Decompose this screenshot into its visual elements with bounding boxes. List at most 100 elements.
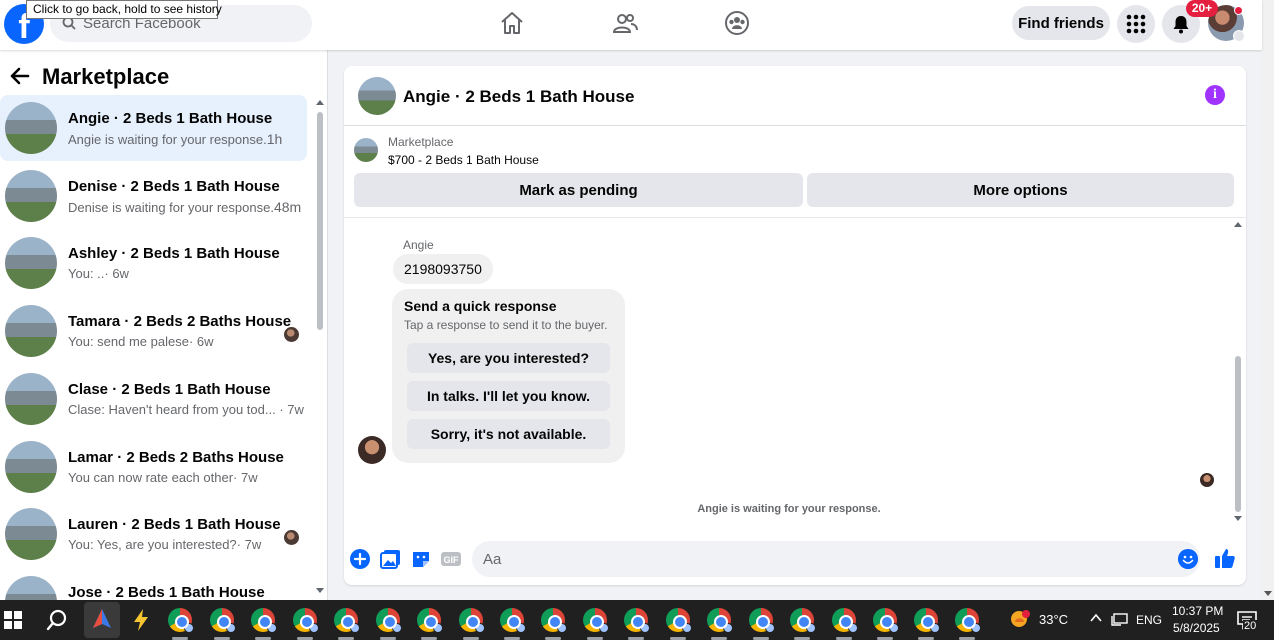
profile-badge-icon <box>475 623 485 633</box>
scroll-down-arrow-icon[interactable] <box>1234 516 1242 521</box>
chrome-window-icon[interactable] <box>459 608 485 633</box>
quick-response-option[interactable]: Yes, are you interested? <box>407 343 610 373</box>
weather-temperature[interactable]: 33°C <box>1039 612 1068 627</box>
chrome-window-icon[interactable] <box>666 608 692 633</box>
sticker-icon[interactable] <box>410 548 432 570</box>
conversation-time: · 7w <box>233 469 258 485</box>
chat-title[interactable]: Angie · 2 Beds 1 Bath House <box>403 87 634 107</box>
notification-badge: 20+ <box>1186 0 1218 17</box>
friends-icon[interactable] <box>612 10 638 36</box>
photo-icon[interactable] <box>380 548 402 570</box>
listing-thumbnail[interactable] <box>358 77 396 115</box>
conversation-item[interactable]: Angie · 2 Beds 1 Bath House Angie is wait… <box>0 95 307 161</box>
scroll-down-arrow-icon[interactable] <box>316 588 324 593</box>
profile-badge-icon <box>226 623 236 633</box>
chrome-window-icon[interactable] <box>955 608 981 633</box>
quick-response-option[interactable]: In talks. I'll let you know. <box>407 381 610 411</box>
sender-avatar[interactable] <box>358 436 386 464</box>
chat-scrollbar[interactable] <box>1233 220 1243 526</box>
chrome-window-icon[interactable] <box>293 608 319 633</box>
chevron-down-icon[interactable] <box>1233 30 1245 42</box>
chrome-window-icon[interactable] <box>251 608 277 633</box>
input-language[interactable]: ENG <box>1136 613 1162 627</box>
message-input-wrapper[interactable] <box>472 541 1200 577</box>
sidebar-scrollbar[interactable] <box>315 98 325 598</box>
weather-icon[interactable] <box>1008 608 1034 632</box>
profile-status-dot <box>1234 6 1243 15</box>
scroll-up-arrow-icon[interactable] <box>1234 222 1242 227</box>
groups-icon[interactable] <box>724 10 750 36</box>
conversation-item[interactable]: Clase · 2 Beds 1 Bath House Clase: Haven'… <box>0 366 307 432</box>
chrome-window-icon[interactable] <box>417 608 443 633</box>
conversation-item[interactable]: Lamar · 2 Beds 2 Baths House You can now … <box>0 434 307 500</box>
emoji-icon[interactable] <box>1178 549 1198 569</box>
chrome-window-icon[interactable] <box>500 608 526 633</box>
quick-response-option[interactable]: Sorry, it's not available. <box>407 419 610 449</box>
listing-small-thumbnail[interactable] <box>354 138 378 162</box>
thumbs-up-icon[interactable] <box>1214 547 1236 569</box>
chrome-window-icon[interactable] <box>914 608 940 633</box>
chrome-window-icon[interactable] <box>334 608 360 633</box>
profile-badge-icon <box>971 623 981 633</box>
clock-date[interactable]: 5/8/2025 <box>1173 621 1220 635</box>
listing-price-title[interactable]: $700 - 2 Beds 1 Bath House <box>388 153 539 167</box>
chrome-window-icon[interactable] <box>707 608 733 633</box>
chevron-up-icon[interactable] <box>1090 613 1102 623</box>
taskbar-search-icon[interactable] <box>46 609 68 631</box>
network-icon[interactable] <box>1111 611 1129 629</box>
profile-badge-icon <box>682 623 692 633</box>
mark-as-pending-button[interactable]: Mark as pending <box>354 173 803 207</box>
conversation-thumbnail <box>5 305 57 358</box>
chrome-window-icon[interactable] <box>583 608 609 633</box>
conversation-thumbnail <box>5 575 57 600</box>
chrome-window-icon[interactable] <box>541 608 567 633</box>
home-icon[interactable] <box>499 10 525 36</box>
chrome-window-icon[interactable] <box>168 608 194 633</box>
more-options-button[interactable]: More options <box>807 173 1234 207</box>
taskbar-active-app[interactable] <box>84 602 120 638</box>
conversation-thumbnail <box>5 102 57 154</box>
chrome-window-icon[interactable] <box>873 608 899 633</box>
clock-time[interactable]: 10:37 PM <box>1172 604 1223 618</box>
scroll-down-arrow-icon[interactable] <box>1264 591 1272 596</box>
message-bubble[interactable]: 2198093750 <box>393 254 493 284</box>
scrollbar-thumb[interactable] <box>1235 356 1241 512</box>
scroll-up-arrow-icon[interactable] <box>316 100 324 105</box>
profile-badge-icon <box>267 623 277 633</box>
info-icon[interactable]: i <box>1205 85 1225 105</box>
conversation-preview-text: You can now rate each other <box>68 469 234 485</box>
waiting-status-text: Angie is waiting for your response. <box>697 503 881 515</box>
profile-badge-icon <box>765 623 775 633</box>
gif-icon[interactable]: GIF <box>440 548 462 570</box>
conversation-name: Denise · 2 Beds 1 Bath House <box>68 177 280 195</box>
scrollbar-thumb[interactable] <box>317 112 323 330</box>
conversation-preview: Angie is waiting for your response.1h <box>68 131 282 147</box>
profile-badge-icon <box>640 623 650 633</box>
chrome-window-icon[interactable] <box>790 608 816 633</box>
plus-circle-icon[interactable] <box>349 548 371 570</box>
chrome-window-icon[interactable] <box>210 608 236 633</box>
message-input[interactable] <box>483 541 1163 577</box>
conversation-item[interactable]: Denise · 2 Beds 1 Bath House Denise is wa… <box>0 163 307 229</box>
power-automate-icon[interactable] <box>130 608 152 632</box>
conversation-item[interactable]: Ashley · 2 Beds 1 Bath House You: ..· 6w <box>0 230 307 296</box>
menu-button[interactable] <box>1117 5 1155 43</box>
profile-badge-icon <box>350 623 360 633</box>
back-arrow-icon[interactable] <box>10 67 30 85</box>
chrome-window-icon[interactable] <box>832 608 858 633</box>
chrome-window-icon[interactable] <box>749 608 775 633</box>
conversation-name: Clase · 2 Beds 1 Bath House <box>68 380 271 398</box>
conversation-item[interactable]: Lauren · 2 Beds 1 Bath House You: Yes, ar… <box>0 501 307 567</box>
conversation-time: 48m <box>273 198 302 215</box>
conversation-item[interactable]: Tamara · 2 Beds 2 Baths House You: send m… <box>0 298 307 364</box>
conversation-thumbnail <box>5 372 57 425</box>
conversation-name: Angie · 2 Beds 1 Bath House <box>68 110 273 127</box>
conversation-preview: You: ..· 6w <box>68 266 129 281</box>
profile-badge-icon <box>889 623 899 633</box>
chrome-window-icon[interactable] <box>624 608 650 633</box>
browser-scrollbar[interactable] <box>1262 0 1274 600</box>
chrome-window-icon[interactable] <box>376 608 402 633</box>
conversation-item[interactable]: Jose · 2 Beds 1 Bath House <box>0 569 307 600</box>
windows-start-icon[interactable] <box>4 611 22 629</box>
find-friends-button[interactable]: Find friends <box>1012 6 1110 40</box>
